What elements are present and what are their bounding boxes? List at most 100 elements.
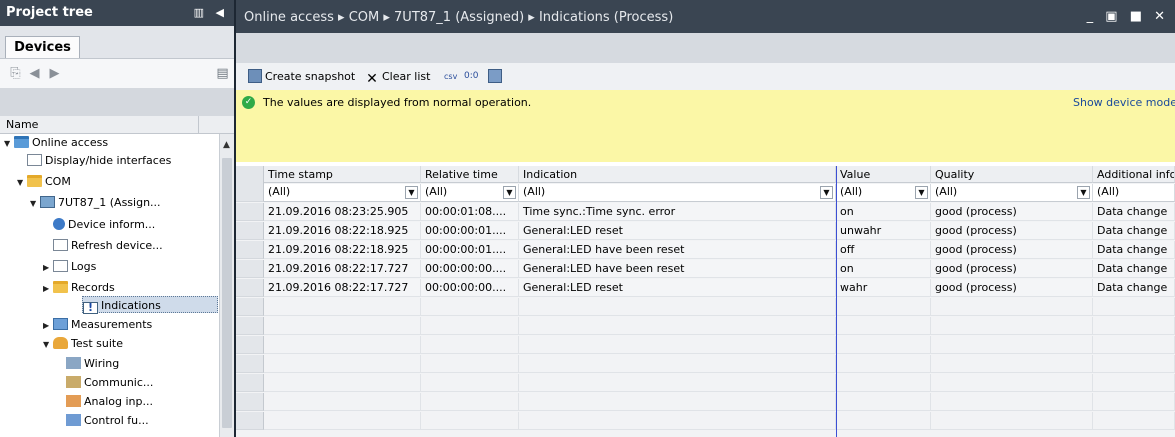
- table-cell-time-stamp[interactable]: 21.09.2016 08:23:25.905: [264, 203, 421, 221]
- table-cell-value[interactable]: off: [836, 241, 931, 259]
- column-header-quality[interactable]: Quality: [931, 166, 1093, 183]
- column-header-value[interactable]: Value: [836, 166, 931, 183]
- collapsed-arrow-icon[interactable]: ▶: [43, 259, 53, 276]
- collapsed-arrow-icon[interactable]: ▶: [43, 280, 53, 297]
- table-cell-indication[interactable]: Time sync.:Time sync. error: [519, 203, 836, 221]
- collapse-panel-icon[interactable]: ▥ ◀: [194, 0, 228, 26]
- row-selector[interactable]: [236, 336, 264, 354]
- scroll-thumb[interactable]: [222, 158, 232, 428]
- table-cell-value[interactable]: on: [836, 260, 931, 278]
- filter-relative-time[interactable]: (All) ▼: [421, 184, 519, 202]
- table-cell-quality[interactable]: good (process): [931, 203, 1093, 221]
- table-cell-additional-info[interactable]: Data change: [1093, 222, 1175, 240]
- tree-item-refresh-device[interactable]: Refresh device...: [43, 237, 163, 254]
- row-selector[interactable]: [236, 412, 264, 430]
- window-controls[interactable]: _ ▣ ■ ✕: [1087, 0, 1169, 33]
- forward-icon[interactable]: ▶: [47, 66, 62, 81]
- table-cell-relative-time[interactable]: 00:00:00:01....: [421, 222, 519, 240]
- tree-item-online-access[interactable]: ▼ Online access: [4, 134, 108, 151]
- scroll-up-icon[interactable]: ▲: [221, 138, 232, 152]
- table-cell-indication[interactable]: General:LED reset: [519, 222, 836, 240]
- row-selector[interactable]: [236, 374, 264, 392]
- tree-item-records[interactable]: ▶ Records: [43, 279, 115, 296]
- table-cell-additional-info[interactable]: Data change: [1093, 203, 1175, 221]
- table-cell-additional-info[interactable]: Data change: [1093, 279, 1175, 297]
- tree-item-7ut87-1-assign[interactable]: ▼ 7UT87_1 (Assign...: [30, 194, 161, 211]
- tree-item-com[interactable]: ▼ COM: [17, 173, 71, 190]
- table-cell-time-stamp[interactable]: 21.09.2016 08:22:18.925: [264, 241, 421, 259]
- column-header-relative-time[interactable]: Relative time: [421, 166, 519, 183]
- row-selector[interactable]: [236, 260, 264, 278]
- row-selector[interactable]: [236, 355, 264, 373]
- tree-item-analog-inp[interactable]: Analog inp...: [56, 393, 153, 410]
- expanded-arrow-icon[interactable]: ▼: [30, 195, 40, 212]
- table-cell-additional-info[interactable]: Data change: [1093, 241, 1175, 259]
- tree-item-logs[interactable]: ▶ Logs: [43, 258, 96, 275]
- column-header-additional-info[interactable]: Additional info: [1093, 166, 1175, 183]
- table-cell-quality[interactable]: good (process): [931, 260, 1093, 278]
- filter-value[interactable]: (All) ▼: [836, 184, 931, 202]
- table-cell-indication[interactable]: General:LED have been reset: [519, 260, 836, 278]
- tree-item-display-hide-interfaces[interactable]: Display/hide interfaces: [17, 152, 171, 169]
- table-cell-time-stamp[interactable]: 21.09.2016 08:22:17.727: [264, 260, 421, 278]
- create-snapshot-button[interactable]: Create snapshot: [248, 68, 355, 85]
- tree-item-control-fu[interactable]: Control fu...: [56, 412, 149, 429]
- table-cell-quality[interactable]: good (process): [931, 222, 1093, 240]
- filter-time-stamp[interactable]: (All) ▼: [264, 184, 421, 202]
- table-cell-value[interactable]: wahr: [836, 279, 931, 297]
- row-selector[interactable]: [236, 203, 264, 221]
- breadcrumb-online-access[interactable]: Online access: [244, 10, 334, 25]
- row-selector[interactable]: [236, 393, 264, 411]
- table-cell-relative-time[interactable]: 00:00:01:08....: [421, 203, 519, 221]
- expanded-arrow-icon[interactable]: ▼: [17, 174, 27, 191]
- table-cell-additional-info[interactable]: Data change: [1093, 260, 1175, 278]
- tab-devices[interactable]: Devices: [5, 36, 80, 58]
- clear-list-button[interactable]: ✕ Clear list: [365, 68, 430, 86]
- row-selector[interactable]: [236, 298, 264, 316]
- table-cell-relative-time[interactable]: 00:00:00:01....: [421, 241, 519, 259]
- tree-item-communic[interactable]: Communic...: [56, 374, 153, 391]
- back-icon[interactable]: ◀: [27, 66, 42, 81]
- table-cell-value[interactable]: unwahr: [836, 222, 931, 240]
- table-cell-relative-time[interactable]: 00:00:00:00....: [421, 279, 519, 297]
- filter-additional-info[interactable]: (All): [1093, 184, 1175, 202]
- table-cell-time-stamp[interactable]: 21.09.2016 08:22:17.727: [264, 279, 421, 297]
- column-header-indication[interactable]: Indication: [519, 166, 836, 183]
- filter-quality[interactable]: (All) ▼: [931, 184, 1093, 202]
- view-options-icon[interactable]: ▤: [215, 66, 230, 81]
- tree-item-indications[interactable]: ! Indications: [82, 296, 218, 314]
- row-selector[interactable]: [236, 241, 264, 259]
- show-device-mode-link[interactable]: Show device mode: [1073, 95, 1175, 110]
- project-tree-scrollbar[interactable]: ▲: [219, 134, 234, 437]
- table-cell-relative-time[interactable]: 00:00:00:00....: [421, 260, 519, 278]
- table-cell-time-stamp[interactable]: 21.09.2016 08:22:18.925: [264, 222, 421, 240]
- tree-item-test-suite[interactable]: ▼ Test suite: [43, 335, 123, 352]
- chevron-down-icon[interactable]: ▼: [915, 186, 928, 199]
- expanded-arrow-icon[interactable]: ▼: [43, 336, 53, 353]
- chevron-down-icon[interactable]: ▼: [820, 186, 833, 199]
- row-selector[interactable]: [236, 222, 264, 240]
- table-cell-quality[interactable]: good (process): [931, 241, 1093, 259]
- breadcrumb-com[interactable]: COM: [349, 10, 380, 25]
- export-csv-button[interactable]: csv: [444, 68, 457, 85]
- table-cell-value[interactable]: on: [836, 203, 931, 221]
- chevron-down-icon[interactable]: ▼: [405, 186, 418, 199]
- new-group-icon[interactable]: ⎘: [8, 66, 23, 81]
- table-cell-indication[interactable]: General:LED reset: [519, 279, 836, 297]
- collapsed-arrow-icon[interactable]: ▶: [43, 317, 53, 334]
- export-list-icon[interactable]: [488, 68, 505, 85]
- chevron-down-icon[interactable]: ▼: [503, 186, 516, 199]
- column-header-time-stamp[interactable]: Time stamp: [264, 166, 421, 183]
- table-cell-quality[interactable]: good (process): [931, 279, 1093, 297]
- filter-indication[interactable]: (All) ▼: [519, 184, 836, 202]
- row-selector[interactable]: [236, 279, 264, 297]
- tree-item-device-inform[interactable]: Device inform...: [43, 216, 155, 233]
- row-selector[interactable]: [236, 317, 264, 335]
- breadcrumb-device[interactable]: 7UT87_1 (Assigned): [394, 10, 524, 25]
- counter-reset-button[interactable]: 0:0: [464, 68, 478, 85]
- tree-item-measurements[interactable]: ▶ Measurements: [43, 316, 152, 333]
- tree-item-wiring[interactable]: Wiring: [56, 355, 119, 372]
- expanded-arrow-icon[interactable]: ▼: [4, 135, 14, 152]
- table-cell-indication[interactable]: General:LED have been reset: [519, 241, 836, 259]
- chevron-down-icon[interactable]: ▼: [1077, 186, 1090, 199]
